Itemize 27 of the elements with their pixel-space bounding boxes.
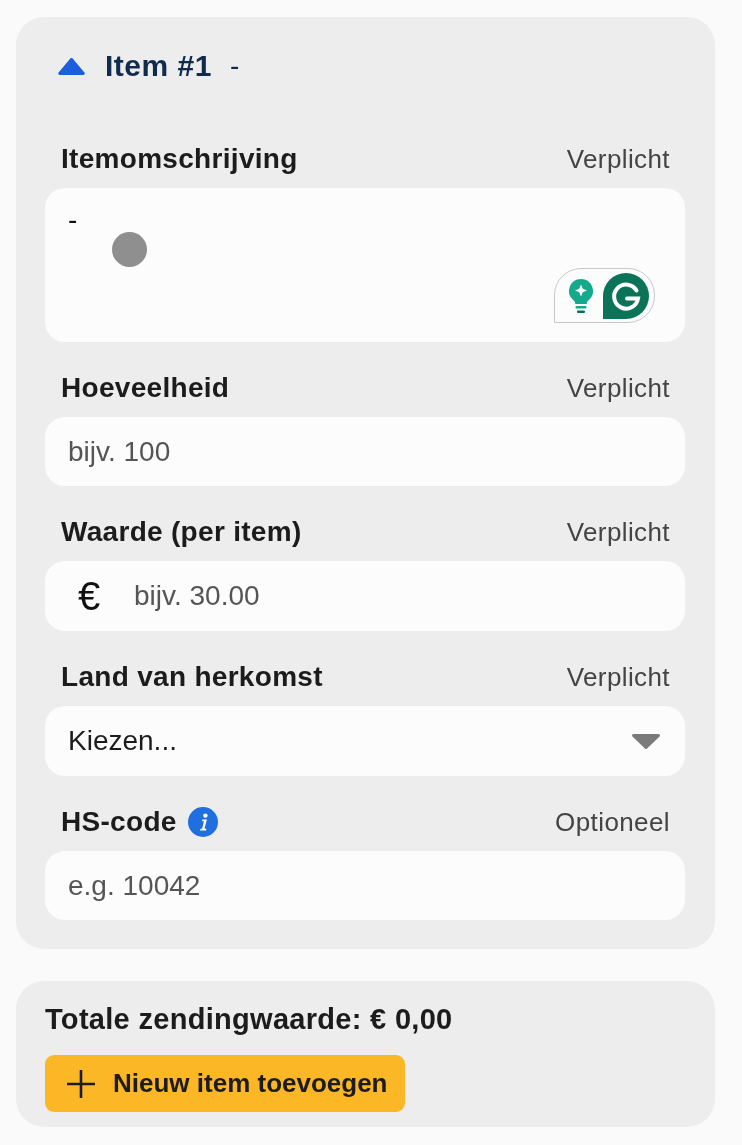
lightbulb-icon[interactable] — [567, 277, 595, 314]
item-title[interactable]: Item #1 — [105, 49, 212, 83]
text-input[interactable]: e.g. 10042 — [45, 851, 685, 920]
add-item-button[interactable]: Nieuw item toevoegen — [45, 1055, 405, 1112]
field-label: Waarde (per item) — [61, 517, 302, 547]
requirement-label: Optioneel — [555, 807, 670, 837]
description-field[interactable]: - — [45, 188, 685, 342]
requirement-label: Verplicht — [566, 373, 670, 403]
caret-down-icon — [632, 733, 660, 749]
requirement-label: Verplicht — [566, 144, 670, 174]
plus-icon — [66, 1068, 96, 1099]
requirement-label: Verplicht — [566, 662, 670, 692]
text-input[interactable]: bijv. 100 — [45, 417, 685, 486]
field-label: Itemomschrijving — [61, 144, 298, 174]
collapse-triangle-icon[interactable] — [58, 57, 85, 75]
info-icon[interactable] — [187, 807, 218, 837]
field-label: Land van herkomst — [61, 662, 323, 692]
requirement-label: Verplicht — [566, 517, 670, 547]
item-subtitle: - — [229, 50, 240, 82]
assistant-logo-icon[interactable] — [603, 272, 649, 319]
total-value-text: Totale zendingwaarde: € 0,00 — [45, 1004, 453, 1034]
writing-assistant-widget[interactable] — [554, 268, 655, 323]
currency-symbol: € — [78, 573, 101, 620]
field-label: HS-code — [61, 807, 177, 837]
country-dropdown[interactable]: Kiezen... — [45, 706, 685, 776]
cursor-dot-icon — [112, 232, 147, 267]
field-label: Hoeveelheid — [61, 373, 230, 403]
